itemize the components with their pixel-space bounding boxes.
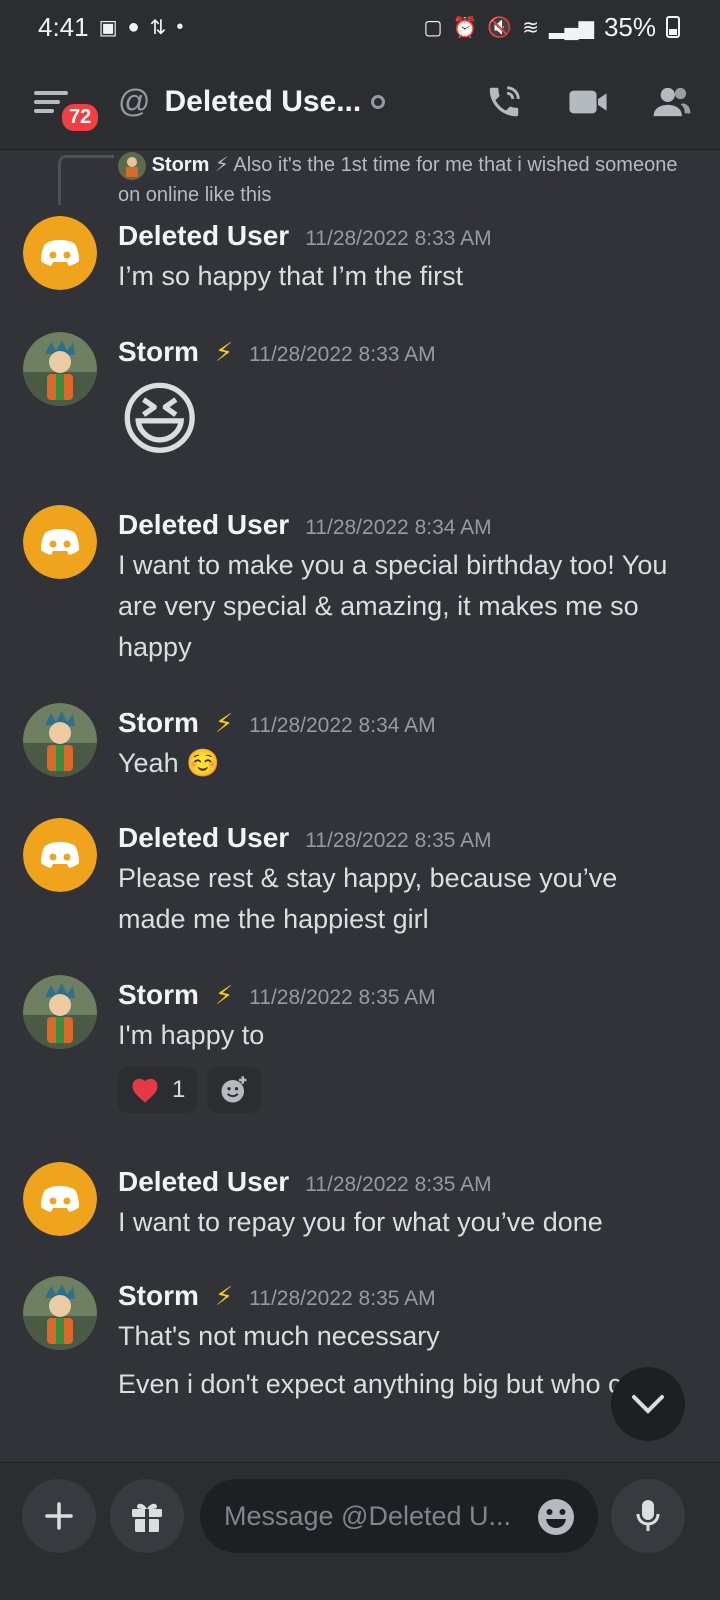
gift-icon: [132, 1503, 162, 1532]
wifi-icon: ≋: [522, 16, 540, 39]
battery-percent: 35%: [603, 11, 656, 42]
author-emoji: ⚡: [214, 980, 234, 1010]
message-text: I want to repay you for what you’ve done: [118, 1207, 603, 1237]
message-text-2: Even i don't expect anything big but who…: [118, 1369, 652, 1399]
clock: 4:41: [38, 11, 89, 42]
author-name[interactable]: Deleted User: [118, 1166, 289, 1198]
reply-connector: [58, 155, 114, 205]
timestamp: 11/28/2022 8:35 AM: [305, 829, 492, 852]
add-reaction-icon: [221, 1076, 247, 1103]
author-emoji: ⚡: [214, 337, 234, 367]
heart-reaction[interactable]: 1: [118, 1067, 198, 1113]
message-text: Please rest & stay happy, because you’ve…: [118, 863, 618, 934]
message-emoji: 😆: [118, 375, 202, 464]
storm-avatar: [23, 975, 97, 1049]
reply-avatar: [118, 151, 146, 180]
timestamp: 11/28/2022 8:34 AM: [249, 714, 436, 737]
people-icon: [653, 87, 691, 116]
author-name[interactable]: Deleted User: [118, 509, 289, 541]
microphone-icon: [636, 1500, 660, 1531]
data-transfer-icon: ⇅: [149, 16, 167, 39]
jump-to-latest-button[interactable]: [611, 1367, 685, 1441]
plus-icon: [45, 1502, 73, 1530]
timestamp: 11/28/2022 8:35 AM: [305, 1173, 492, 1196]
reaction-count: 1: [172, 1076, 186, 1103]
author-emoji: ⚡: [214, 708, 234, 738]
channel-header: 72 @ Deleted Use...: [0, 54, 720, 150]
storm-avatar: [23, 703, 97, 777]
offline-status-icon: [371, 94, 386, 109]
chat-bubble-icon: ●: [127, 15, 140, 38]
chevron-down-icon: [632, 1395, 664, 1414]
message-text: That's not much necessary: [118, 1321, 440, 1351]
alarm-icon: ⏰: [452, 16, 478, 39]
heart-icon: [132, 1078, 158, 1103]
storm-avatar: [23, 332, 97, 406]
reply-author-emoji: ⚡: [214, 154, 229, 176]
reply-author: Storm: [151, 154, 210, 176]
status-bar: 4:41 ▣ ● ⇅ • ▢ ⏰ 🔇 ≋ ▂▄▆ 35%: [0, 0, 720, 54]
add-reaction-button[interactable]: [207, 1067, 262, 1113]
voice-message-button[interactable]: [611, 1479, 685, 1553]
mute-icon: 🔇: [487, 16, 513, 39]
timestamp: 11/28/2022 8:34 AM: [305, 516, 492, 539]
timestamp: 11/28/2022 8:35 AM: [249, 986, 436, 1009]
storm-avatar: [23, 1276, 97, 1350]
voice-call-button[interactable]: [484, 82, 524, 122]
timestamp: 11/28/2022 8:33 AM: [249, 343, 436, 366]
gallery-icon: ▣: [98, 16, 118, 39]
unread-badge: 72: [58, 99, 103, 135]
emoji-picker-icon[interactable]: [536, 1497, 576, 1537]
message-composer: [0, 1462, 720, 1600]
timestamp: 11/28/2022 8:35 AM: [249, 1287, 436, 1310]
message-text: I’m so happy that I’m the first: [118, 261, 464, 291]
gift-button[interactable]: [110, 1479, 184, 1553]
battery-icon: [666, 16, 680, 38]
discord-avatar: [23, 1162, 97, 1236]
at-icon: @: [118, 83, 151, 119]
author-name[interactable]: Storm: [118, 979, 199, 1011]
more-notifications-icon: •: [176, 15, 184, 38]
message-text: I want to make you a special birthday to…: [118, 550, 668, 662]
phone-icon: [489, 85, 520, 116]
author-name[interactable]: Storm: [118, 707, 199, 739]
timestamp: 11/28/2022 8:33 AM: [305, 227, 492, 250]
author-name[interactable]: Deleted User: [118, 220, 289, 252]
discord-avatar: [23, 216, 97, 290]
video-call-button[interactable]: [568, 82, 608, 122]
discord-avatar: [23, 505, 97, 579]
menu-button[interactable]: 72: [34, 72, 103, 135]
dm-title[interactable]: Deleted Use...: [164, 85, 361, 119]
author-emoji: ⚡: [214, 1281, 234, 1311]
signal-icon: ▂▄▆: [549, 16, 594, 39]
author-name[interactable]: Storm: [118, 336, 199, 368]
message-list[interactable]: Storm ⚡ Also it's the 1st time for me th…: [0, 150, 720, 1462]
message-text: I'm happy to: [118, 1020, 265, 1050]
message-text: Yeah ☺️: [118, 748, 220, 778]
attach-button[interactable]: [22, 1479, 96, 1553]
battery-saver-icon: ▢: [423, 16, 443, 39]
video-camera-icon: [569, 90, 607, 113]
reply-reference[interactable]: Storm ⚡ Also it's the 1st time for me th…: [118, 150, 678, 210]
discord-avatar: [23, 818, 97, 892]
author-name[interactable]: Storm: [118, 1280, 199, 1312]
author-name[interactable]: Deleted User: [118, 822, 289, 854]
members-button[interactable]: [652, 82, 692, 122]
